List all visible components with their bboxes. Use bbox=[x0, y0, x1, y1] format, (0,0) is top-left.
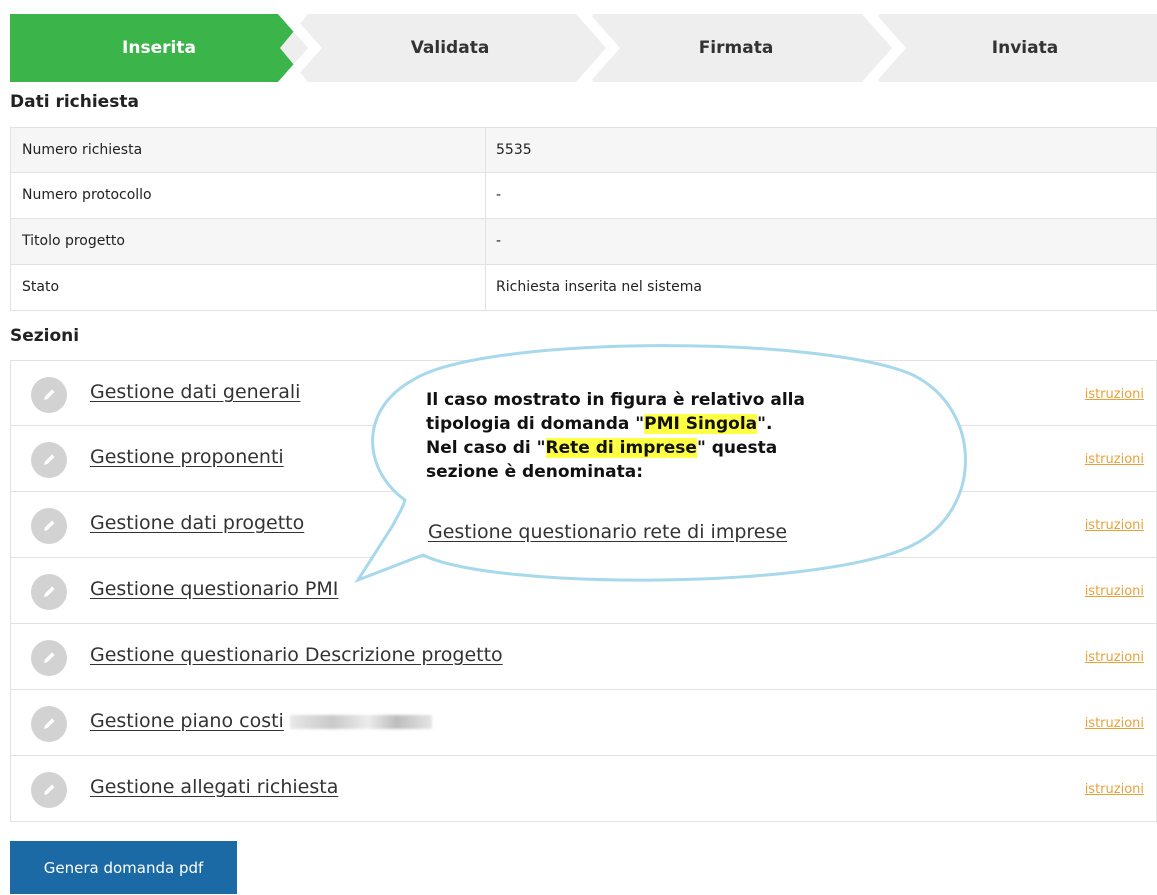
callout-line-1: Il caso mostrato in figura è relativo al… bbox=[426, 390, 805, 410]
redacted-text bbox=[289, 714, 432, 729]
row-value: - bbox=[496, 233, 502, 249]
istruzioni-link[interactable]: istruzioni bbox=[1085, 584, 1144, 599]
pencil-icon[interactable] bbox=[31, 574, 67, 610]
progress-stepper: Inserita Validata Firmata Inviata bbox=[10, 14, 1157, 82]
callout-line-3-prefix: Nel caso di " bbox=[426, 438, 546, 458]
step-inviata: Inviata bbox=[991, 38, 1059, 58]
table-row: Numero richiesta 5535 bbox=[10, 127, 1157, 173]
step-firmata: Firmata bbox=[698, 38, 774, 58]
pencil-icon[interactable] bbox=[31, 772, 67, 808]
list-item: Gestione questionario PMI istruzioni bbox=[10, 558, 1157, 624]
callout-line-2: tipologia di domanda "PMI Singola". bbox=[426, 412, 866, 436]
section-link-piano-costi[interactable]: Gestione piano costi bbox=[90, 710, 432, 732]
table-row: Stato Richiesta inserita nel sistema bbox=[10, 265, 1157, 311]
row-label: Numero richiesta bbox=[11, 128, 486, 172]
callout-line-4: sezione è denominata: bbox=[426, 462, 644, 482]
row-value: Richiesta inserita nel sistema bbox=[496, 279, 702, 295]
istruzioni-link[interactable]: istruzioni bbox=[1085, 716, 1144, 731]
istruzioni-link[interactable]: istruzioni bbox=[1085, 387, 1144, 402]
section-link-dati-generali[interactable]: Gestione dati generali bbox=[90, 381, 300, 403]
section-link-descrizione-progetto[interactable]: Gestione questionario Descrizione proget… bbox=[90, 644, 503, 666]
pencil-icon[interactable] bbox=[31, 508, 67, 544]
genera-domanda-pdf-button[interactable]: Genera domanda pdf bbox=[10, 841, 237, 894]
row-label: Numero protocollo bbox=[11, 173, 486, 218]
section-link-dati-progetto[interactable]: Gestione dati progetto bbox=[90, 512, 304, 534]
dati-richiesta-title: Dati richiesta bbox=[10, 92, 139, 112]
section-link-piano-costi-label: Gestione piano costi bbox=[90, 710, 284, 732]
pencil-icon[interactable] bbox=[31, 442, 67, 478]
callout-line-2-suffix: ". bbox=[757, 414, 773, 434]
istruzioni-link[interactable]: istruzioni bbox=[1085, 518, 1144, 533]
table-row: Numero protocollo - bbox=[10, 173, 1157, 219]
section-link-proponenti[interactable]: Gestione proponenti bbox=[90, 446, 284, 468]
step-validata: Validata bbox=[410, 38, 490, 58]
callout-line-2-prefix: tipologia di domanda " bbox=[426, 414, 645, 434]
dati-richiesta-table: Numero richiesta 5535 Numero protocollo … bbox=[10, 127, 1157, 311]
table-row: Titolo progetto - bbox=[10, 219, 1157, 265]
callout-line-3-suffix: " questa bbox=[696, 438, 778, 458]
row-label: Stato bbox=[11, 265, 486, 310]
callout-example-link: Gestione questionario rete di imprese bbox=[428, 521, 788, 543]
istruzioni-link[interactable]: istruzioni bbox=[1085, 782, 1144, 797]
row-value: - bbox=[496, 187, 502, 203]
section-link-questionario-pmi[interactable]: Gestione questionario PMI bbox=[90, 578, 338, 600]
pencil-icon[interactable] bbox=[31, 377, 67, 413]
highlight-rete-di-imprese: Rete di imprese bbox=[545, 438, 697, 458]
list-item: Gestione piano costi istruzioni bbox=[10, 690, 1157, 756]
sezioni-title: Sezioni bbox=[10, 326, 80, 346]
istruzioni-link[interactable]: istruzioni bbox=[1085, 452, 1144, 467]
callout-text: Il caso mostrato in figura è relativo al… bbox=[426, 388, 866, 484]
callout-line-3: Nel caso di "Rete di imprese" questa bbox=[426, 436, 866, 460]
section-link-allegati[interactable]: Gestione allegati richiesta bbox=[90, 776, 338, 798]
row-label: Titolo progetto bbox=[11, 219, 486, 264]
list-item: Gestione questionario Descrizione proget… bbox=[10, 624, 1157, 690]
highlight-pmi-singola: PMI Singola bbox=[644, 414, 758, 434]
list-item: Gestione allegati richiesta istruzioni bbox=[10, 756, 1157, 822]
row-value: 5535 bbox=[496, 142, 532, 158]
pencil-icon[interactable] bbox=[31, 640, 67, 676]
step-inserita: Inserita bbox=[122, 38, 196, 58]
istruzioni-link[interactable]: istruzioni bbox=[1085, 650, 1144, 665]
pencil-icon[interactable] bbox=[31, 706, 67, 742]
